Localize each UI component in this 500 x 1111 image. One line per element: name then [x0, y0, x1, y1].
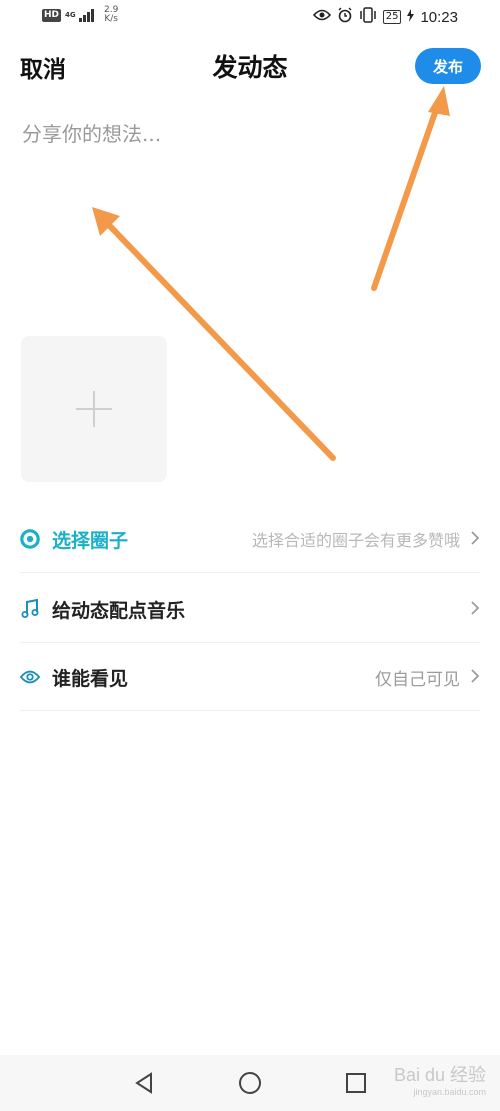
- plus-icon-vertical: [93, 391, 95, 427]
- music-label: 给动态配点音乐: [52, 599, 186, 622]
- chevron-right-icon: [470, 597, 480, 621]
- battery-level: 25: [382, 10, 402, 24]
- eye-icon: [20, 667, 40, 687]
- visibility-row[interactable]: 谁能看见 仅自己可见: [20, 644, 480, 711]
- thought-placeholder: 分享你的想法...: [22, 122, 162, 146]
- speed-unit: K/s: [104, 14, 118, 24]
- status-right: 25 10:23: [312, 7, 458, 27]
- system-navigation-bar: Bai du 经验 jingyan.baidu.com: [0, 1055, 500, 1111]
- add-photo-button[interactable]: [21, 336, 167, 482]
- status-left: HD 4G 2.9 K/s: [42, 6, 118, 24]
- home-circle-icon[interactable]: [236, 1069, 264, 1097]
- thought-input[interactable]: 分享你的想法...: [22, 118, 477, 288]
- recents-square-icon[interactable]: [342, 1069, 370, 1097]
- publish-button[interactable]: 发布: [415, 48, 481, 84]
- visibility-value: 仅自己可见: [375, 669, 460, 690]
- music-row[interactable]: 给动态配点音乐: [20, 576, 480, 643]
- back-triangle-icon[interactable]: [130, 1069, 158, 1097]
- network-speed: 2.9 K/s: [104, 6, 118, 24]
- vibrate-icon: [359, 7, 377, 27]
- chevron-right-icon: [470, 665, 480, 689]
- clock: 10:23: [420, 8, 458, 26]
- watermark-url: jingyan.baidu.com: [413, 1087, 486, 1097]
- watermark: Bai du 经验 jingyan.baidu.com: [394, 1061, 486, 1097]
- music-note-icon: [20, 599, 40, 619]
- status-bar: HD 4G 2.9 K/s 25 10:23: [0, 0, 500, 34]
- eye-icon: [312, 9, 331, 25]
- alarm-icon: [337, 7, 353, 27]
- circle-target-icon: [20, 529, 40, 549]
- signal-icon: [79, 8, 95, 22]
- select-circle-label: 选择圈子: [52, 529, 129, 552]
- network-type: 4G: [65, 10, 76, 19]
- select-circle-hint: 选择合适的圈子会有更多赞哦: [251, 531, 460, 550]
- select-circle-row[interactable]: 选择圈子 选择合适的圈子会有更多赞哦: [20, 506, 480, 573]
- watermark-brand: Bai du 经验: [393, 1065, 486, 1085]
- charging-icon: [407, 8, 415, 26]
- visibility-label: 谁能看见: [52, 667, 129, 690]
- hd-badge: HD: [42, 8, 62, 22]
- chevron-right-icon: [470, 527, 480, 551]
